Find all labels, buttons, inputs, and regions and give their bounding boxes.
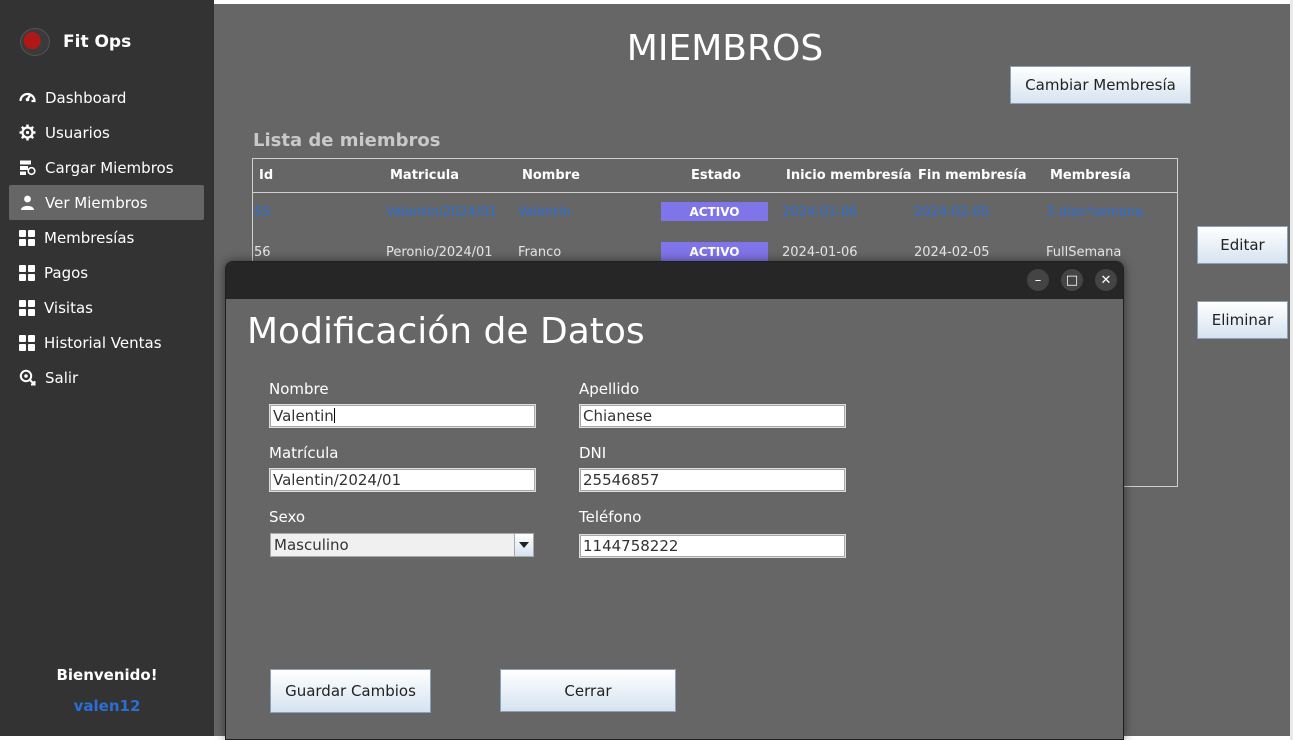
save-changes-button[interactable]: Guardar Cambios [270,669,431,713]
database-sync-icon [19,159,36,176]
sidebar-item-label: Pagos [44,263,89,282]
grid-icon [19,299,35,316]
close-button[interactable]: Cerrar [500,669,676,712]
sidebar: Fit Ops Dashboard Usuarios Cargar Miembr… [0,0,214,736]
minimize-icon[interactable]: – [1027,269,1049,291]
cell-fin: 2024-02-05 [914,205,990,220]
welcome-text: Bienvenido! [56,666,158,684]
gear-icon [19,124,36,141]
sexo-selected-value: Masculino [274,536,349,554]
sidebar-item-cargar-miembros[interactable]: Cargar Miembros [9,150,204,185]
sidebar-item-usuarios[interactable]: Usuarios [9,115,204,150]
sexo-select[interactable]: Masculino [270,533,534,557]
chevron-down-icon[interactable] [514,534,533,556]
brand: Fit Ops [20,28,131,56]
status-badge: ACTIVO [661,202,768,221]
nombre-value: Valentin [273,407,334,425]
sidebar-item-salir[interactable]: Salir [9,360,204,395]
members-list-title: Lista de miembros [253,130,441,151]
text-caret [333,408,335,423]
grid-icon [19,334,35,351]
sidebar-item-label: Cargar Miembros [45,158,174,177]
column-header-membresia[interactable]: Membresía [1050,168,1131,183]
grid-icon [19,229,35,246]
nombre-label: Nombre [269,380,329,398]
speedometer-icon [19,89,36,106]
cell-inicio: 2024-01-06 [782,205,858,220]
sidebar-item-dashboard[interactable]: Dashboard [9,80,204,115]
column-header-id[interactable]: Id [259,168,273,183]
close-icon[interactable]: ✕ [1095,269,1117,291]
sidebar-nav: Dashboard Usuarios Cargar Miembros Ver M… [9,80,204,395]
sidebar-item-pagos[interactable]: Pagos [9,255,204,290]
user-icon [19,194,36,211]
cell-nombre: Valentin [518,205,571,220]
sidebar-item-membresias[interactable]: Membresías [9,220,204,255]
app-logo-icon [20,28,50,56]
table-header: Id Matricula Nombre Estado Inicio membre… [253,158,1177,193]
delete-button[interactable]: Eliminar [1197,301,1288,339]
cell-id: 56 [254,245,271,260]
grid-icon [19,264,35,281]
sidebar-item-label: Usuarios [45,123,110,142]
status-badge: ACTIVO [661,242,768,261]
apellido-label: Apellido [579,380,640,398]
cell-membresia: FullSemana [1046,245,1122,260]
cell-matricula: Peronio/2024/01 [386,245,493,260]
matricula-label: Matrícula [269,444,339,462]
cell-fin: 2024-02-05 [914,245,990,260]
sidebar-item-visitas[interactable]: Visitas [9,290,204,325]
edit-button[interactable]: Editar [1197,226,1288,264]
cell-matricula: Valentin/2024/01 [386,205,498,220]
dni-label: DNI [579,444,607,462]
telefono-field[interactable]: 1144758222 [579,534,846,558]
column-header-estado[interactable]: Estado [691,168,741,183]
dialog-titlebar[interactable]: – □ ✕ [226,262,1123,299]
dni-field[interactable]: 25546857 [579,468,846,492]
page-title: MIEMBROS [626,28,824,69]
column-header-matricula[interactable]: Matricula [390,168,459,183]
app-name: Fit Ops [63,32,132,52]
cell-id: 55 [254,205,271,220]
sidebar-item-historial-ventas[interactable]: Historial Ventas [9,325,204,360]
telefono-label: Teléfono [579,508,642,526]
column-header-fin[interactable]: Fin membresía [918,168,1027,183]
matricula-field[interactable]: Valentin/2024/01 [269,468,536,492]
sidebar-item-label: Historial Ventas [44,333,162,352]
column-header-nombre[interactable]: Nombre [522,168,580,183]
sidebar-item-label: Dashboard [45,88,127,107]
cell-inicio: 2024-01-06 [782,245,858,260]
sexo-label: Sexo [269,508,306,526]
sidebar-item-label: Ver Miembros [45,193,148,212]
logout-icon [19,369,36,386]
sidebar-item-label: Visitas [44,298,93,317]
apellido-field[interactable]: Chianese [579,404,846,428]
cell-membresia: 3 dias*semana [1046,205,1144,220]
change-membership-button[interactable]: Cambiar Membresía [1010,66,1191,104]
edit-member-dialog: – □ ✕ Modificación de Datos Nombre Valen… [225,261,1124,740]
cell-nombre: Franco [518,245,562,260]
sidebar-item-label: Salir [45,368,79,387]
nombre-field[interactable]: Valentin [269,404,536,428]
sidebar-item-ver-miembros[interactable]: Ver Miembros [9,185,204,220]
dialog-title: Modificación de Datos [247,311,645,352]
maximize-icon[interactable]: □ [1061,269,1083,291]
username-label: valen12 [73,697,141,715]
column-header-inicio[interactable]: Inicio membresía [786,168,912,183]
sidebar-item-label: Membresías [44,228,135,247]
